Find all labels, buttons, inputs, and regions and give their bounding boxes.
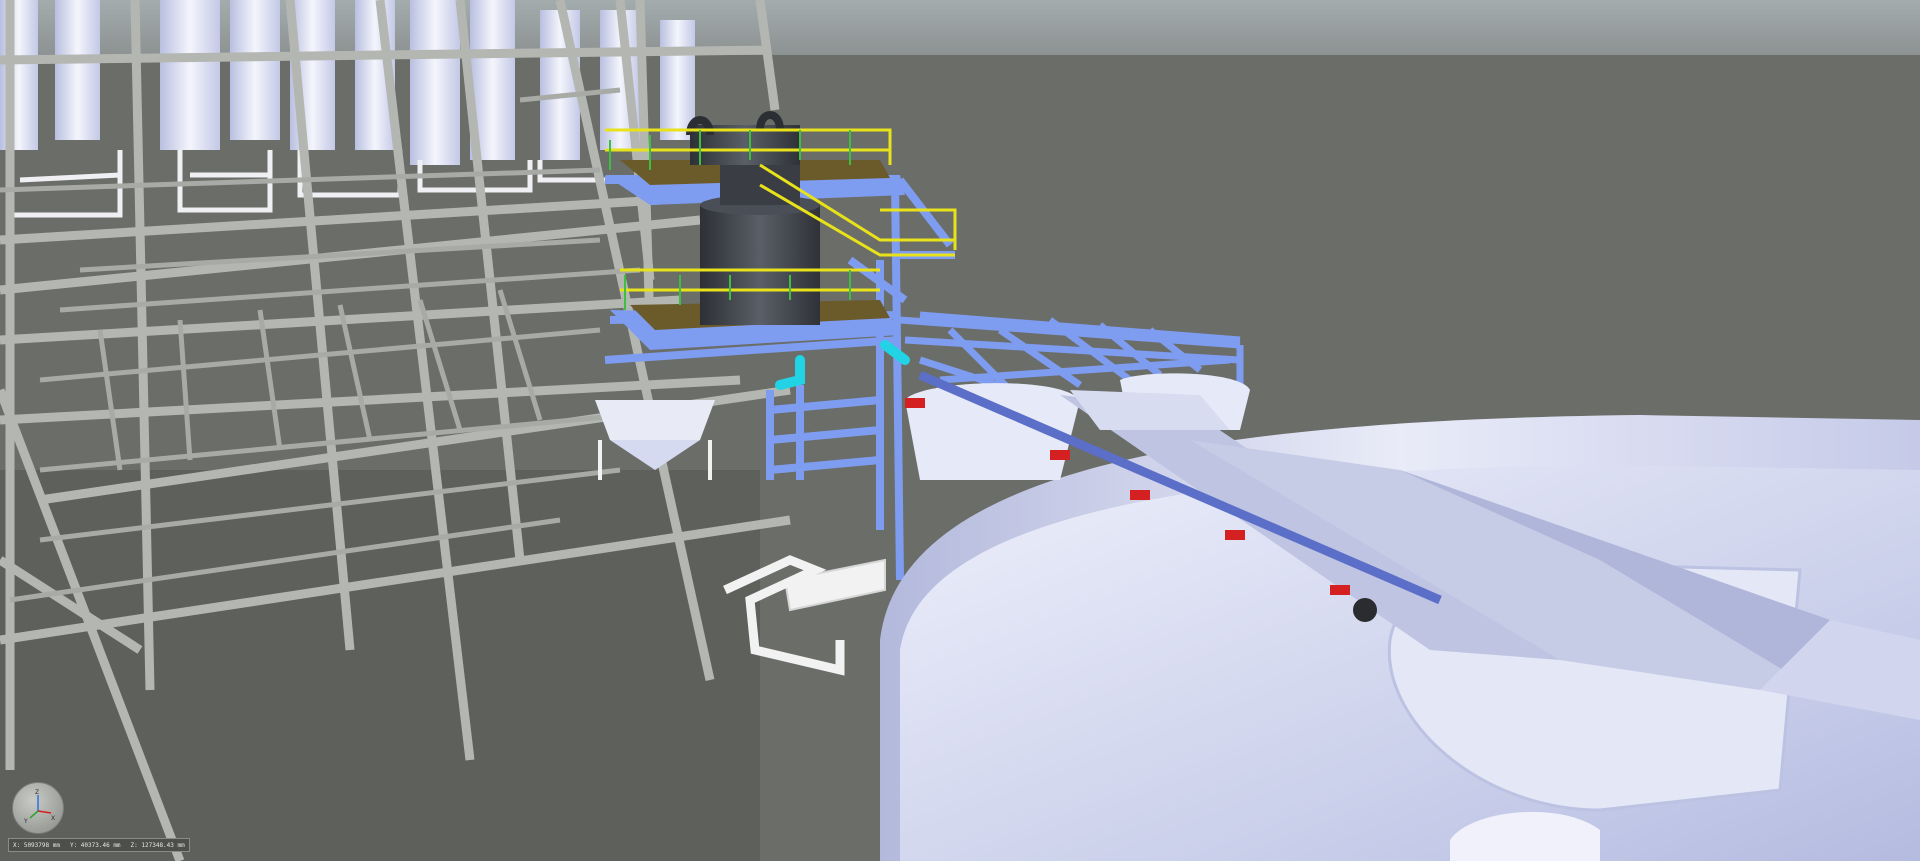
axis-label-y: Y [23, 818, 28, 825]
axis-label-z: Z [35, 789, 39, 796]
coord-y: Y: 40373.46 mm [69, 841, 121, 849]
axis-label-x: X [51, 815, 55, 822]
coordinate-readout: X: 5093798 mm Y: 40373.46 mm Z: 127348.4… [8, 838, 190, 852]
axis-triad-icon: Z X Y [23, 789, 55, 825]
axis-navigation-gizmo[interactable]: Z X Y [12, 782, 64, 834]
valve-wheel [1353, 598, 1377, 622]
3d-viewport[interactable]: Z X Y X: 5093798 mm Y: 40373.46 mm Z: 12… [0, 0, 1920, 861]
coord-z: Z: 127348.43 mm [130, 841, 185, 849]
plant-model-scene[interactable] [0, 0, 1920, 861]
coord-x: X: 5093798 mm [13, 841, 60, 849]
